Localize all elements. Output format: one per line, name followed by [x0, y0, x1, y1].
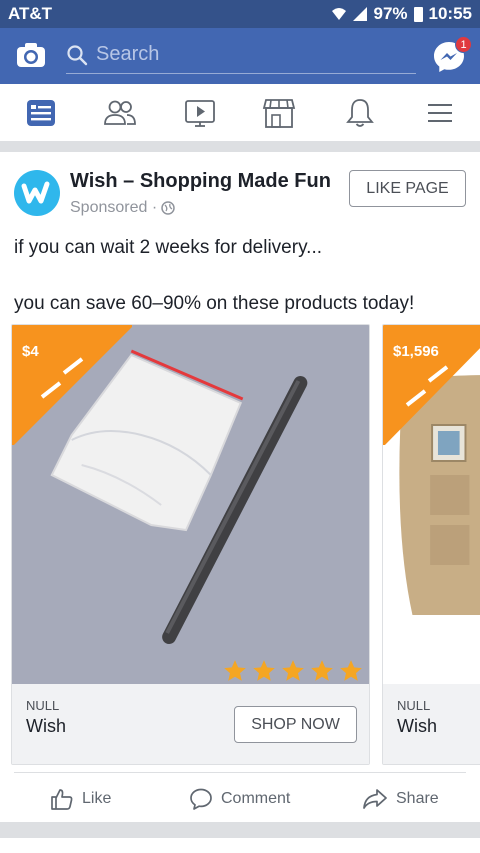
carousel-card-footer: NULL Wish SHOP NOW: [12, 684, 369, 764]
wish-logo-icon: [21, 181, 50, 204]
star-icon: [224, 660, 246, 681]
star-icon: [253, 660, 275, 681]
status-right: 97% 10:55: [331, 4, 472, 24]
carousel-card-2[interactable]: $1,596 NULL Wish: [382, 324, 480, 765]
star-icon: [282, 660, 304, 681]
carousel-card-footer: NULL Wish: [383, 684, 480, 764]
top-bar: Search 1: [0, 28, 480, 84]
marketplace-icon[interactable]: [262, 96, 296, 130]
sponsored-post: Wish – Shopping Made Fun Sponsored · LIK…: [0, 152, 480, 822]
camera-icon[interactable]: [16, 42, 46, 68]
next-post-peek: [0, 838, 480, 853]
wifi-icon: [332, 8, 347, 20]
link-domain: NULL: [397, 698, 431, 713]
thumbs-up-icon: [51, 789, 73, 810]
messenger-button[interactable]: 1: [432, 36, 472, 74]
price-label: $1,596: [393, 343, 439, 360]
tab-bar: [0, 84, 480, 142]
globe-icon: [161, 201, 175, 215]
carrier-label: AT&T: [8, 4, 53, 23]
post-text-line-1: if you can wait 2 weeks for delivery...: [14, 237, 322, 258]
friends-icon[interactable]: [103, 96, 137, 130]
price-label: $4: [22, 343, 39, 360]
rating-stars: [221, 658, 365, 684]
like-label: Like: [82, 790, 112, 807]
notifications-bell-icon[interactable]: [343, 96, 377, 130]
search-placeholder: Search: [96, 43, 160, 65]
comment-button[interactable]: Comment: [189, 787, 290, 811]
share-button[interactable]: Share: [362, 787, 439, 811]
wish-logo-avatar[interactable]: [14, 170, 60, 216]
link-title: Wish: [26, 716, 66, 736]
post-text-line-2: you can save 60–90% on these products to…: [14, 293, 415, 314]
signal-icon: [353, 7, 368, 21]
search-icon: [67, 45, 88, 66]
share-arrow-icon: [363, 789, 387, 809]
comment-label: Comment: [221, 790, 291, 807]
post-actions: Like Comment Share: [14, 772, 466, 822]
star-icon: [311, 660, 333, 681]
clock: 10:55: [428, 4, 472, 23]
status-bar: AT&T 97% 10:55: [0, 0, 480, 28]
carousel-card-1[interactable]: $4 NULL Wish SHOP NOW: [11, 324, 370, 765]
news-feed-icon[interactable]: [24, 96, 58, 130]
search-input[interactable]: Search: [66, 40, 416, 74]
battery-icon: [413, 6, 423, 22]
page-name[interactable]: Wish – Shopping Made Fun: [70, 170, 331, 193]
share-label: Share: [396, 790, 439, 807]
comment-bubble-icon: [190, 788, 212, 810]
link-title: Wish: [397, 716, 437, 736]
sponsored-label: Sponsored ·: [70, 199, 175, 217]
battery-percent: 97%: [373, 4, 408, 23]
shop-now-button[interactable]: SHOP NOW: [234, 706, 357, 743]
like-page-button[interactable]: LIKE PAGE: [349, 170, 466, 207]
messenger-badge: 1: [455, 36, 472, 53]
watch-video-icon[interactable]: [183, 96, 217, 130]
menu-hamburger-icon[interactable]: [423, 96, 457, 130]
link-domain: NULL: [26, 698, 60, 713]
sponsored-text: Sponsored ·: [70, 199, 158, 216]
star-icon: [340, 660, 362, 681]
like-button[interactable]: Like: [50, 787, 111, 811]
